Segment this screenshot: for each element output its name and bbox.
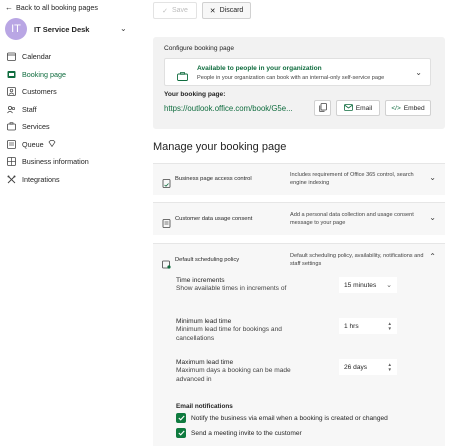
sidebar-item-label: Queue xyxy=(22,139,44,149)
configure-booking-card: Configure booking page Available to peop… xyxy=(153,37,445,129)
sidebar-item-staff[interactable]: Staff xyxy=(4,101,140,119)
time-increments-dropdown[interactable]: 15 minutes ⌄ xyxy=(339,277,397,293)
copy-button[interactable] xyxy=(314,100,331,116)
stepper-arrows-icon[interactable]: ▲ ▼ xyxy=(388,321,392,331)
availability-dropdown[interactable]: Available to people in your organization… xyxy=(164,58,431,86)
sidebar-item-queue[interactable]: Queue xyxy=(4,136,140,154)
sidebar-item-business-information[interactable]: Business information xyxy=(4,153,140,171)
org-name: IT Service Desk xyxy=(34,24,90,34)
save-button[interactable]: ✓ Save xyxy=(153,2,197,19)
max-lead-time-stepper[interactable]: 26 days ▲ ▼ xyxy=(339,359,397,375)
sidebar-item-label: Customers xyxy=(22,87,57,97)
time-increments-value: 15 minutes xyxy=(344,281,377,289)
calendar-icon xyxy=(6,52,16,62)
stepper-arrows-icon[interactable]: ▲ ▼ xyxy=(388,362,392,372)
document-icon xyxy=(162,175,171,188)
main-content: ✓ Save ✕ Discard Configure booking page … xyxy=(143,0,450,446)
back-link-label: Back to all booking pages xyxy=(16,3,98,12)
booking-page-icon xyxy=(6,69,16,79)
chevron-down-icon[interactable]: ⌄ xyxy=(429,213,436,222)
avatar: IT xyxy=(5,18,27,40)
toolbar: ✓ Save ✕ Discard xyxy=(153,2,251,19)
booking-page-label: Your booking page: xyxy=(164,91,226,98)
briefcase-icon xyxy=(177,68,188,81)
email-button[interactable]: Email xyxy=(336,100,380,116)
availability-title: Available to people in your organization xyxy=(197,65,322,72)
embed-button[interactable]: </> Embed xyxy=(385,100,431,116)
sidebar-item-calendar[interactable]: Calendar xyxy=(4,48,140,66)
services-icon xyxy=(6,122,16,132)
section-title: Business page access control xyxy=(175,176,252,182)
section-description: Add a personal data collection and usage… xyxy=(290,212,414,226)
sidebar: ← Back to all booking pages IT IT Servic… xyxy=(0,0,143,446)
section-title: Customer data usage consent xyxy=(175,216,253,222)
min-lead-time-stepper[interactable]: 1 hrs ▲ ▼ xyxy=(339,318,397,334)
business-info-icon xyxy=(6,157,16,167)
sidebar-item-label: Integrations xyxy=(22,174,60,184)
calendar-settings-icon xyxy=(162,256,171,269)
back-arrow-icon: ← xyxy=(5,3,13,12)
copy-icon xyxy=(318,99,327,117)
email-notifications-label: Email notifications xyxy=(176,403,233,410)
integrations-icon xyxy=(6,174,16,184)
max-lead-time-value: 26 days xyxy=(344,363,368,371)
queue-icon xyxy=(6,139,16,149)
configure-title: Configure booking page xyxy=(164,45,235,52)
org-switcher[interactable]: IT IT Service Desk xyxy=(5,18,89,40)
checkmark-icon: ✓ xyxy=(162,7,168,15)
diamond-icon xyxy=(48,139,56,149)
section-description: Default scheduling policy, availability,… xyxy=(290,253,424,267)
document-icon xyxy=(162,215,171,228)
sidebar-nav: Calendar Booking page Customers Staff Se… xyxy=(4,48,140,188)
sidebar-item-integrations[interactable]: Integrations xyxy=(4,171,140,189)
meeting-invite-label: Send a meeting invite to the customer xyxy=(191,429,302,437)
mail-icon xyxy=(343,103,353,113)
code-icon: </> xyxy=(391,104,401,112)
embed-label: Embed xyxy=(403,104,425,112)
max-lead-time-description: Maximum days a booking can be made advan… xyxy=(176,367,291,383)
sidebar-item-label: Services xyxy=(22,122,50,132)
section-customer-data-usage-consent[interactable]: Customer data usage consent Add a person… xyxy=(153,202,445,235)
checkbox-checked-icon[interactable] xyxy=(176,428,186,438)
sidebar-item-label: Booking page xyxy=(22,69,66,79)
sidebar-item-booking-page[interactable]: Booking page xyxy=(4,66,140,84)
email-label: Email xyxy=(355,104,373,112)
sidebar-item-label: Calendar xyxy=(22,52,52,62)
notify-business-label: Notify the business via email when a boo… xyxy=(191,414,388,422)
booking-page-url[interactable]: https://outlook.office.com/book/G5e... xyxy=(164,104,312,113)
save-label: Save xyxy=(171,7,188,14)
sidebar-item-customers[interactable]: Customers xyxy=(4,83,140,101)
section-title: Default scheduling policy xyxy=(175,257,240,263)
discard-button[interactable]: ✕ Discard xyxy=(202,2,251,19)
customers-icon xyxy=(6,87,16,97)
back-link[interactable]: ← Back to all booking pages xyxy=(5,3,98,12)
chevron-down-icon: ⌄ xyxy=(415,68,422,77)
chevron-down-icon[interactable]: ⌄ xyxy=(429,173,436,182)
section-description: Includes requirement of Office 365 contr… xyxy=(290,172,414,186)
meeting-invite-checkbox-row[interactable]: Send a meeting invite to the customer xyxy=(176,428,302,438)
chevron-up-icon[interactable]: ⌃ xyxy=(429,252,436,261)
sidebar-item-label: Staff xyxy=(22,104,37,114)
time-increments-description: Show available times in increments of xyxy=(176,285,287,292)
chevron-down-icon[interactable]: ⌄ xyxy=(120,24,127,33)
close-icon: ✕ xyxy=(209,7,216,15)
checkbox-checked-icon[interactable] xyxy=(176,413,186,423)
staff-icon xyxy=(6,104,16,114)
manage-title: Manage your booking page xyxy=(153,141,287,153)
chevron-down-icon: ⌄ xyxy=(386,282,392,289)
notify-business-checkbox-row[interactable]: Notify the business via email when a boo… xyxy=(176,413,388,423)
section-default-scheduling-policy[interactable]: Default scheduling policy Default schedu… xyxy=(153,243,445,272)
discard-label: Discard xyxy=(219,7,244,14)
min-lead-time-description: Minimum lead time for bookings and cance… xyxy=(176,326,282,342)
availability-description: People in your organization can book wit… xyxy=(197,75,385,81)
sidebar-item-label: Business information xyxy=(22,157,89,167)
min-lead-time-value: 1 hrs xyxy=(344,322,359,330)
sidebar-item-services[interactable]: Services xyxy=(4,118,140,136)
section-business-page-access-control[interactable]: Business page access control Includes re… xyxy=(153,163,445,195)
scheduling-policy-body: Time increments Show available times in … xyxy=(153,271,445,446)
